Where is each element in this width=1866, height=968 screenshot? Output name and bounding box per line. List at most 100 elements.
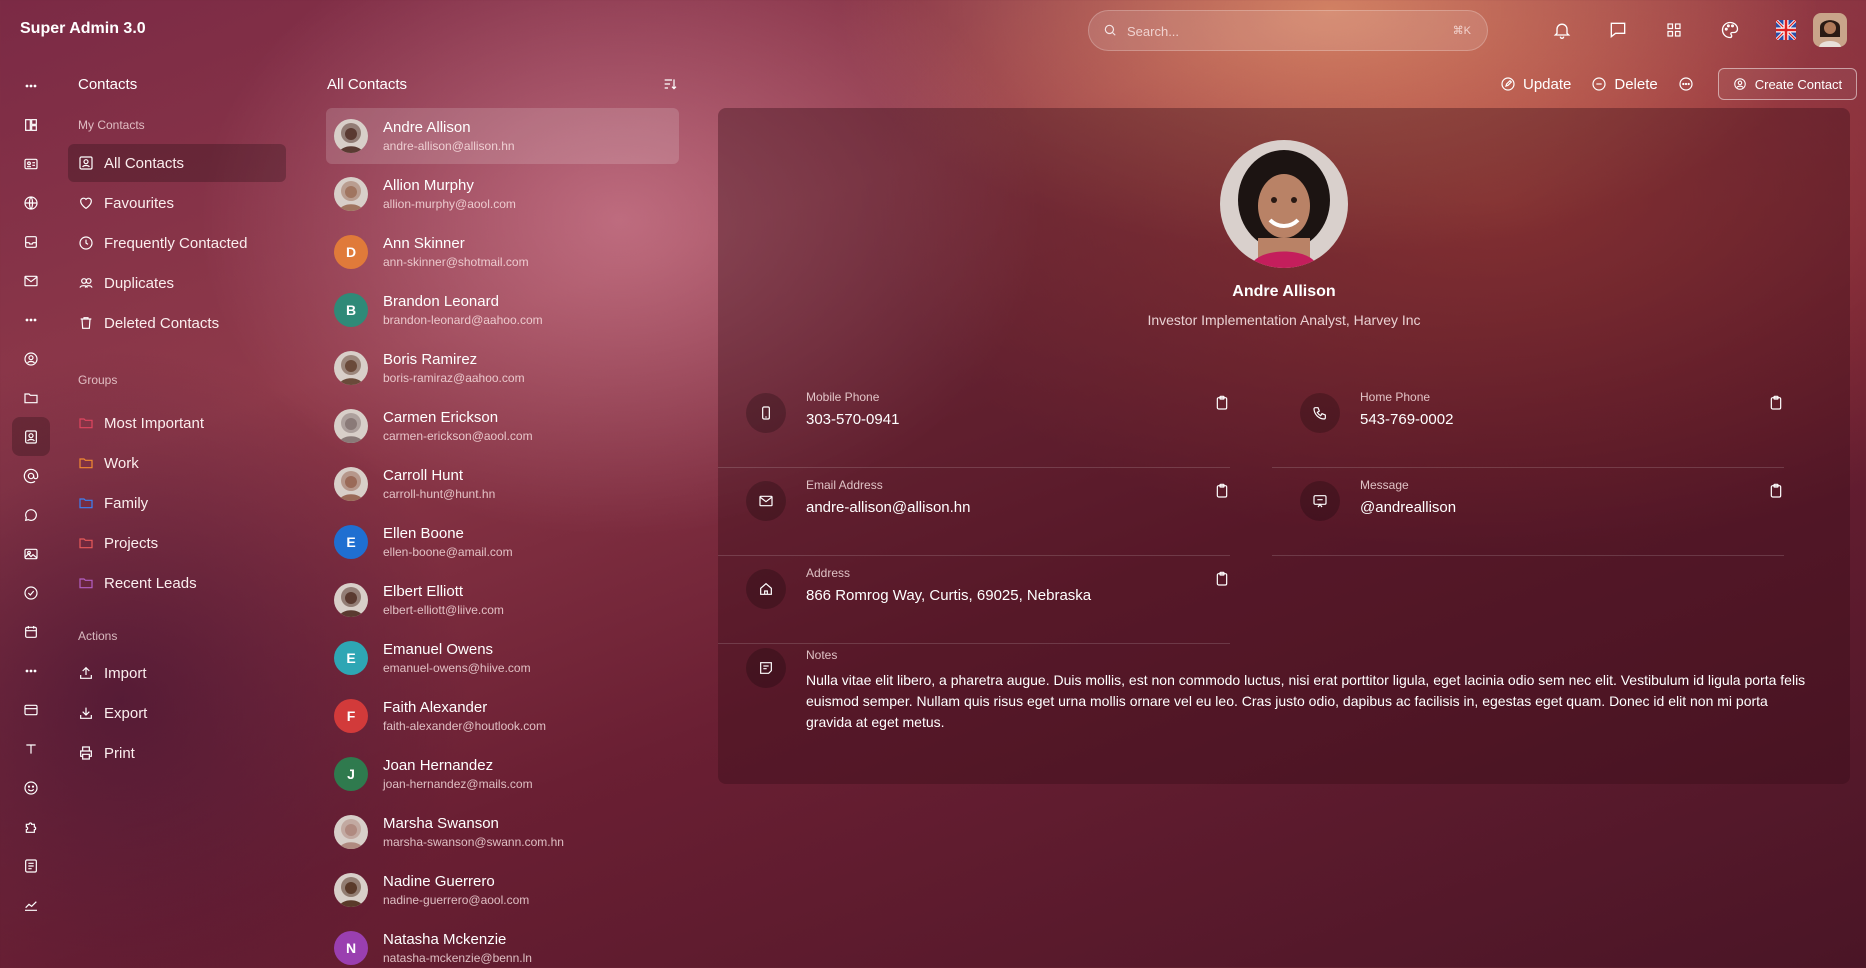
sidebar-item-import[interactable]: Import (68, 654, 286, 692)
clipboard-icon[interactable] (1214, 394, 1230, 412)
chart-line-icon[interactable] (12, 885, 50, 924)
id-card-icon[interactable] (12, 144, 50, 183)
contact-list-item[interactable]: D Ann Skinner ann-skinner@shotmail.com (326, 224, 679, 280)
contact-list-item[interactable]: Allion Murphy allion-murphy@aool.com (326, 166, 679, 222)
uk-flag-icon[interactable] (1758, 16, 1814, 44)
check-circle-icon[interactable] (12, 573, 50, 612)
contact-list-item[interactable]: Andre Allison andre-allison@allison.hn (326, 108, 679, 164)
calendar-icon[interactable] (12, 612, 50, 651)
contact-avatar: F (334, 699, 368, 733)
contact-email: elbert-elliott@liive.com (383, 602, 504, 617)
clipboard-icon[interactable] (1214, 482, 1230, 500)
sidebar-item-export[interactable]: Export (68, 694, 286, 732)
sidebar-group-projects[interactable]: Projects (68, 524, 286, 562)
contact-list-item[interactable]: Marsha Swanson marsha-swanson@swann.com.h… (326, 804, 679, 860)
update-button[interactable]: Update (1500, 76, 1571, 93)
more-dots-icon[interactable] (12, 651, 50, 690)
search-box[interactable]: ⌘K (1088, 10, 1488, 51)
upload-icon (78, 665, 94, 681)
chat-icon[interactable] (1590, 16, 1646, 44)
sidebar-item-print[interactable]: Print (68, 734, 286, 772)
sidebar-item-deleted-contacts[interactable]: Deleted Contacts (68, 304, 286, 342)
user-circle-icon[interactable] (12, 339, 50, 378)
sidebar-item-label: Duplicates (104, 274, 175, 292)
contact-avatar (334, 583, 368, 617)
contacts-icon[interactable] (12, 417, 50, 456)
contact-avatar: E (334, 641, 368, 675)
palette-icon[interactable] (1702, 16, 1758, 44)
smile-icon[interactable] (12, 768, 50, 807)
more-dots-icon[interactable] (12, 300, 50, 339)
contact-name: Carroll Hunt (383, 466, 464, 484)
create-contact-label: Create Contact (1754, 76, 1843, 92)
sidebar-group-recent-leads[interactable]: Recent Leads (68, 564, 286, 602)
mail-icon[interactable] (12, 261, 50, 300)
field-value: @andreallison (1360, 499, 1457, 516)
card-icon[interactable] (12, 690, 50, 729)
sidebar-item-label: Most Important (104, 414, 205, 432)
delete-button[interactable]: Delete (1591, 76, 1658, 93)
contact-name: Faith Alexander (383, 698, 488, 716)
sidebar-item-frequently-contacted[interactable]: Frequently Contacted (68, 224, 286, 262)
contact-avatar: N (334, 931, 368, 965)
sidebar-group-work[interactable]: Work (68, 444, 286, 482)
field-label: Address (806, 566, 851, 580)
folder-icon[interactable] (12, 378, 50, 417)
dashboard-icon[interactable] (12, 105, 50, 144)
bell-icon[interactable] (1534, 16, 1590, 44)
contact-list-item[interactable]: E Emanuel Owens emanuel-owens@hiive.com (326, 630, 679, 686)
clipboard-icon[interactable] (1768, 394, 1784, 412)
apps-grid-icon[interactable] (1646, 16, 1702, 44)
sidebar-item-label: Recent Leads (104, 574, 197, 592)
notes-icon (746, 648, 786, 688)
contact-list-item[interactable]: B Brandon Leonard brandon-leonard@aahoo.co… (326, 282, 679, 338)
contact-avatar (334, 177, 368, 211)
sidebar-group-family[interactable]: Family (68, 484, 286, 522)
contact-list-item[interactable]: Boris Ramirez boris-ramiraz@aahoo.com (326, 340, 679, 396)
contact-list-item[interactable]: Elbert Elliott elbert-elliott@liive.com (326, 572, 679, 628)
clipboard-icon[interactable] (1768, 482, 1784, 500)
contact-list-item[interactable]: E Ellen Boone ellen-boone@amail.com (326, 514, 679, 570)
more-dots-icon[interactable] (12, 66, 50, 105)
sidebar-item-all-contacts[interactable]: All Contacts (68, 144, 286, 182)
inbox-icon[interactable] (12, 222, 50, 261)
contact-avatar (334, 409, 368, 443)
add-user-icon (1733, 77, 1747, 91)
text-icon[interactable] (12, 729, 50, 768)
sidebar-item-favourites[interactable]: Favourites (68, 184, 286, 222)
sidebar-item-duplicates[interactable]: Duplicates (68, 264, 286, 302)
sidebar-item-label: Export (104, 704, 148, 722)
contact-list-item[interactable]: F Faith Alexander faith-alexander@houtlook… (326, 688, 679, 744)
globe-icon[interactable] (12, 183, 50, 222)
contact-email: brandon-leonard@aahoo.com (383, 312, 543, 327)
contact-list-item[interactable]: Carroll Hunt carroll-hunt@hunt.hn (326, 456, 679, 512)
printer-icon (78, 745, 94, 761)
create-contact-button[interactable]: Create Contact (1717, 68, 1858, 100)
form-icon[interactable] (12, 846, 50, 885)
at-sign-icon[interactable] (12, 456, 50, 495)
user-avatar[interactable] (1813, 13, 1847, 47)
chat-bubble-icon[interactable] (12, 495, 50, 534)
search-input[interactable] (1127, 21, 1427, 41)
puzzle-icon[interactable] (12, 807, 50, 846)
folder-icon (78, 455, 94, 471)
contact-list-item[interactable]: J Joan Hernandez joan-hernandez@mails.com (326, 746, 679, 802)
update-label: Update (1523, 75, 1572, 93)
more-options-button[interactable] (1678, 76, 1694, 92)
contact-email: carmen-erickson@aool.com (383, 428, 533, 443)
mobile-phone-field: Mobile Phone 303-570-0941 (718, 380, 1230, 468)
field-value: 543-769-0002 (1360, 411, 1454, 428)
folder-icon (78, 535, 94, 551)
clipboard-icon[interactable] (1214, 570, 1230, 588)
contact-list-item[interactable]: N Natasha Mckenzie natasha-mckenzie@benn.l… (326, 920, 679, 968)
contact-list-item[interactable]: Nadine Guerrero nadine-guerrero@aool.com (326, 862, 679, 918)
field-label: Notes (806, 648, 838, 662)
contact-email: nadine-guerrero@aool.com (383, 892, 530, 907)
notes-text: Nulla vitae elit libero, a pharetra augu… (806, 672, 1806, 730)
sort-icon[interactable] (662, 76, 678, 92)
sidebar-group-most-important[interactable]: Most Important (68, 404, 286, 442)
contact-list-item[interactable]: Carmen Erickson carmen-erickson@aool.com (326, 398, 679, 454)
message-icon (1300, 481, 1340, 521)
phone-icon (746, 393, 786, 433)
image-icon[interactable] (12, 534, 50, 573)
